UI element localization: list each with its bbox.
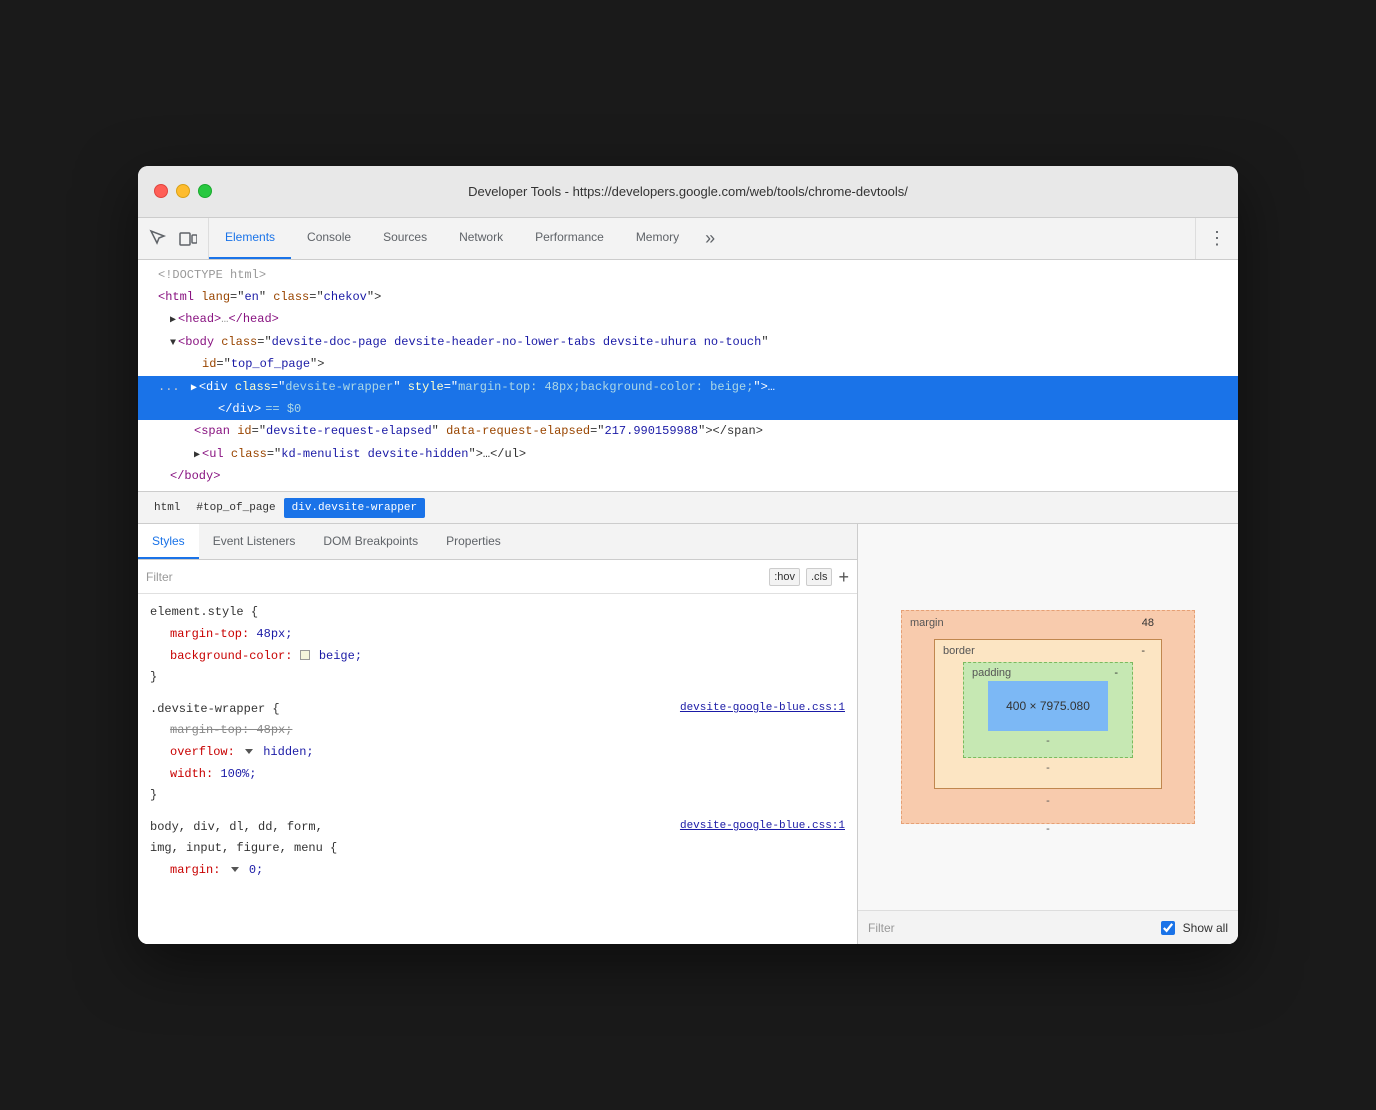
prop-margin-top-struck[interactable]: margin-top: 48px; bbox=[150, 720, 845, 742]
box-margin: margin 48 - border - padding - bbox=[901, 610, 1195, 824]
body-rule-selectors: body, div, dl, dd, form, img, input, fig… bbox=[150, 817, 337, 860]
content-dimensions: 400 × 7975.080 bbox=[1006, 699, 1090, 713]
html-tag: <html bbox=[158, 290, 201, 304]
tab-sources[interactable]: Sources bbox=[367, 218, 443, 259]
margin-triangle-icon[interactable] bbox=[231, 867, 239, 872]
margin-value[interactable]: 48 bbox=[1142, 617, 1154, 629]
border-value[interactable]: - bbox=[1141, 645, 1145, 657]
box-content: 400 × 7975.080 bbox=[988, 681, 1108, 731]
body-triangle[interactable]: ▼ bbox=[170, 338, 176, 349]
prop-overflow[interactable]: overflow: hidden; bbox=[150, 742, 845, 764]
dom-line-body-open[interactable]: ▼<body class="devsite-doc-page devsite-h… bbox=[138, 331, 1238, 353]
show-all-checkbox[interactable] bbox=[1161, 921, 1175, 935]
ul-triangle[interactable]: ▶ bbox=[194, 450, 200, 461]
margin-bottom-value: - bbox=[1046, 823, 1050, 835]
add-style-button[interactable]: + bbox=[838, 568, 849, 586]
filter-bar: Filter :hov .cls + bbox=[138, 560, 857, 594]
dom-line-body-id: id="top_of_page"> bbox=[138, 353, 1238, 375]
tab-memory[interactable]: Memory bbox=[620, 218, 695, 259]
more-tabs-button[interactable]: » bbox=[695, 218, 725, 259]
prop-margin-top[interactable]: margin-top: 48px; bbox=[150, 624, 845, 646]
prop-width[interactable]: width: 100%; bbox=[150, 764, 845, 786]
padding-label: padding bbox=[972, 667, 1011, 679]
filter-actions: :hov .cls + bbox=[769, 568, 849, 586]
device-toolbar-icon[interactable] bbox=[178, 228, 198, 248]
show-all-label: Show all bbox=[1183, 921, 1228, 935]
element-style-close: } bbox=[150, 667, 845, 689]
tab-performance[interactable]: Performance bbox=[519, 218, 620, 259]
devsite-wrapper-file-link[interactable]: devsite-google-blue.css:1 bbox=[680, 699, 845, 721]
body-rule-block: body, div, dl, dd, form, img, input, fig… bbox=[138, 815, 857, 884]
toolbar-icons bbox=[138, 218, 209, 259]
dom-line-doctype: <!DOCTYPE html> bbox=[138, 264, 1238, 286]
breadcrumb-bar: html #top_of_page div.devsite-wrapper bbox=[138, 492, 1238, 524]
tab-console[interactable]: Console bbox=[291, 218, 367, 259]
tab-event-listeners[interactable]: Event Listeners bbox=[199, 524, 310, 559]
dom-line-div-close: </div>== $0 bbox=[138, 398, 1238, 420]
dom-tree: <!DOCTYPE html> <html lang="en" class="c… bbox=[138, 260, 1238, 493]
filter-label: Filter bbox=[146, 570, 769, 584]
div-triangle[interactable]: ▶ bbox=[191, 383, 197, 394]
breadcrumb-div-wrapper[interactable]: div.devsite-wrapper bbox=[284, 498, 425, 518]
element-style-rule: element.style { margin-top: 48px; backgr… bbox=[138, 600, 857, 690]
devtools-window: Developer Tools - https://developers.goo… bbox=[138, 166, 1238, 945]
minimize-button[interactable] bbox=[176, 184, 190, 198]
breadcrumb-html[interactable]: html bbox=[146, 498, 188, 518]
border-label: border bbox=[943, 645, 975, 657]
tab-network[interactable]: Network bbox=[443, 218, 519, 259]
traffic-lights bbox=[154, 184, 212, 198]
panel-tabs: Styles Event Listeners DOM Breakpoints P… bbox=[138, 524, 857, 560]
styles-panel: Styles Event Listeners DOM Breakpoints P… bbox=[138, 524, 858, 944]
box-padding: padding - 400 × 7975.080 - bbox=[963, 662, 1133, 758]
tab-elements[interactable]: Elements bbox=[209, 218, 291, 259]
devsite-wrapper-close: } bbox=[150, 785, 845, 807]
box-model: margin 48 - border - padding - bbox=[901, 610, 1195, 824]
box-border: border - padding - 400 × 7975.080 bbox=[934, 639, 1162, 789]
prop-margin[interactable]: margin: 0; bbox=[150, 860, 845, 882]
dom-line-ul[interactable]: ▶<ul class="kd-menulist devsite-hidden">… bbox=[138, 443, 1238, 465]
beige-swatch[interactable] bbox=[300, 650, 310, 660]
inspect-icon[interactable] bbox=[148, 228, 168, 248]
devsite-wrapper-rule: .devsite-wrapper { devsite-google-blue.c… bbox=[138, 697, 857, 809]
margin-bottom-label: - bbox=[934, 795, 1162, 807]
box-filter-input[interactable]: Filter bbox=[868, 921, 1153, 935]
padding-value[interactable]: - bbox=[1114, 667, 1118, 679]
box-model-filter: Filter Show all bbox=[858, 910, 1238, 944]
breadcrumb-top-of-page[interactable]: #top_of_page bbox=[188, 498, 283, 518]
overflow-triangle-icon[interactable] bbox=[245, 749, 253, 754]
element-style-selector: element.style { bbox=[150, 602, 845, 624]
hov-button[interactable]: :hov bbox=[769, 568, 800, 586]
box-model-panel: margin 48 - border - padding - bbox=[858, 524, 1238, 944]
body-rule-selector-line: body, div, dl, dd, form, img, input, fig… bbox=[150, 817, 845, 860]
dom-line-span[interactable]: <span id="devsite-request-elapsed" data-… bbox=[138, 420, 1238, 442]
dom-line-div-selected[interactable]: ... ▶<div class="devsite-wrapper" style=… bbox=[138, 376, 1238, 398]
dom-line-body-close: </body> bbox=[138, 465, 1238, 487]
padding-bottom-value: - bbox=[988, 735, 1108, 747]
doctype-text: <!DOCTYPE html> bbox=[158, 268, 266, 282]
box-model-container: margin 48 - border - padding - bbox=[858, 524, 1238, 910]
prop-background-color[interactable]: background-color: beige; bbox=[150, 646, 845, 668]
dom-line-html[interactable]: <html lang="en" class="chekov"> bbox=[138, 286, 1238, 308]
toolbar-menu-button[interactable]: ⋮ bbox=[1195, 218, 1238, 259]
body-rule-file-link[interactable]: devsite-google-blue.css:1 bbox=[680, 817, 845, 837]
title-bar: Developer Tools - https://developers.goo… bbox=[138, 166, 1238, 218]
main-tabs: Elements Console Sources Network Perform… bbox=[209, 218, 1195, 259]
close-button[interactable] bbox=[154, 184, 168, 198]
cls-button[interactable]: .cls bbox=[806, 568, 833, 586]
border-bottom-value: - bbox=[963, 762, 1133, 774]
window-title: Developer Tools - https://developers.goo… bbox=[468, 184, 908, 199]
devtools-toolbar: Elements Console Sources Network Perform… bbox=[138, 218, 1238, 260]
bottom-panel: Styles Event Listeners DOM Breakpoints P… bbox=[138, 524, 1238, 944]
css-rules: element.style { margin-top: 48px; backgr… bbox=[138, 594, 857, 944]
maximize-button[interactable] bbox=[198, 184, 212, 198]
margin-label: margin bbox=[910, 617, 944, 629]
tab-properties[interactable]: Properties bbox=[432, 524, 515, 559]
dom-line-head[interactable]: ▶<head>…</head> bbox=[138, 308, 1238, 330]
tab-dom-breakpoints[interactable]: DOM Breakpoints bbox=[309, 524, 432, 559]
head-triangle[interactable]: ▶ bbox=[170, 315, 176, 326]
tab-styles[interactable]: Styles bbox=[138, 524, 199, 559]
devsite-wrapper-selector-line: .devsite-wrapper { devsite-google-blue.c… bbox=[150, 699, 845, 721]
